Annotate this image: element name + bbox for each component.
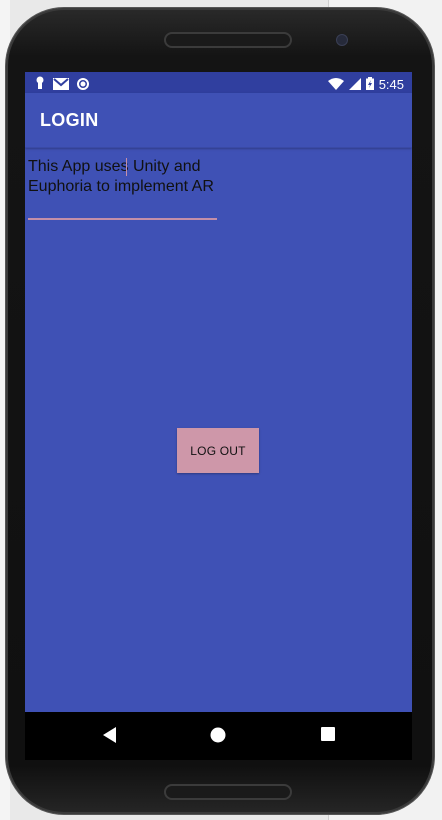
info-text-field[interactable]: This App uses Unity and Euphoria to impl… xyxy=(28,157,218,197)
navigation-bar xyxy=(25,712,412,760)
key-icon xyxy=(35,75,45,94)
top-speaker-grille xyxy=(164,32,292,48)
device-screen: 5:45 LOGIN This App uses Unity and Eupho… xyxy=(25,72,412,760)
signal-icon xyxy=(348,75,361,94)
recents-icon[interactable] xyxy=(320,726,336,746)
front-camera xyxy=(336,34,348,46)
logout-button[interactable]: LOG OUT xyxy=(177,428,259,473)
wifi-icon xyxy=(327,75,344,94)
bottom-speaker-grille xyxy=(164,784,292,800)
status-system: 5:45 xyxy=(327,75,404,94)
text-cursor xyxy=(126,158,127,176)
app-title: LOGIN xyxy=(40,110,99,130)
status-notifications xyxy=(35,75,89,94)
circle-icon xyxy=(77,75,89,94)
gmail-icon xyxy=(53,75,69,94)
text-field-underline xyxy=(28,218,217,220)
home-icon[interactable] xyxy=(209,726,227,748)
battery-icon xyxy=(365,75,374,94)
status-time: 5:45 xyxy=(378,77,404,92)
status-bar: 5:45 xyxy=(25,72,412,93)
back-icon[interactable] xyxy=(102,726,118,748)
app-bar: LOGIN xyxy=(25,93,412,148)
